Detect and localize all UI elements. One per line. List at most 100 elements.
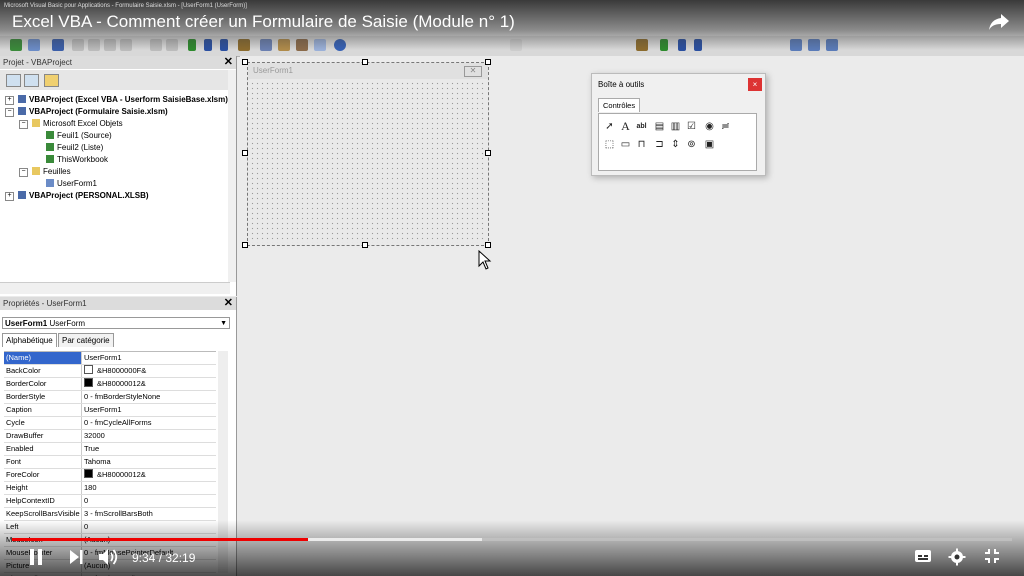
listbox-icon[interactable]: ▥ xyxy=(669,120,682,133)
expand-toggle-icon[interactable]: − xyxy=(19,120,28,129)
chevron-down-icon[interactable]: ▼ xyxy=(220,318,227,330)
resize-handle-right[interactable] xyxy=(485,150,491,156)
property-row[interactable]: Caption UserForm1 xyxy=(4,404,216,417)
resize-handle-top[interactable] xyxy=(362,59,368,65)
player-controls-background xyxy=(0,520,1024,576)
combobox-icon[interactable]: ▤ xyxy=(653,120,666,133)
toggle-button-icon[interactable]: ≓ xyxy=(719,120,732,133)
property-row[interactable]: Height 180 xyxy=(4,482,216,495)
tree-item-icon xyxy=(46,143,54,151)
property-value[interactable]: 32000 xyxy=(84,430,216,442)
property-value[interactable]: 180 xyxy=(84,482,216,494)
property-row[interactable]: Enabled True xyxy=(4,443,216,456)
expand-toggle-icon[interactable]: + xyxy=(5,192,14,201)
property-name: KeepScrollBarsVisible xyxy=(4,508,82,520)
close-icon[interactable]: ✕ xyxy=(224,56,233,69)
resize-handle-left[interactable] xyxy=(242,150,248,156)
multipage-icon[interactable]: ⊐ xyxy=(653,138,666,151)
expand-toggle-icon[interactable]: + xyxy=(5,96,14,105)
property-name: Caption xyxy=(4,404,82,416)
toolbox-window: Boîte à outils × Contrôles ➚ A abl ▤ ▥ ☑… xyxy=(591,73,766,176)
command-button-icon[interactable]: ▭ xyxy=(619,138,632,151)
checkbox-icon[interactable]: ☑ xyxy=(685,120,698,133)
property-row[interactable]: ForeColor &H80000012& xyxy=(4,469,216,482)
resize-handle-bottom-left[interactable] xyxy=(242,242,248,248)
property-name: Cycle xyxy=(4,417,82,429)
progress-bar[interactable] xyxy=(12,538,1012,541)
tree-item[interactable]: Feuilles xyxy=(32,166,71,177)
expand-toggle-icon[interactable]: − xyxy=(19,168,28,177)
property-value[interactable]: &H80000012& xyxy=(84,469,216,481)
resize-handle-top-right[interactable] xyxy=(485,59,491,65)
project-panel-title-text: Projet - VBAProject xyxy=(3,58,72,67)
property-row[interactable]: Cycle 0 - fmCycleAllForms xyxy=(4,417,216,430)
property-name: Height xyxy=(4,482,82,494)
userform-designer[interactable]: UserForm1 ✕ xyxy=(247,62,489,246)
label-icon[interactable]: A xyxy=(619,120,632,133)
resize-handle-top-left[interactable] xyxy=(242,59,248,65)
image-icon[interactable]: ▣ xyxy=(703,138,716,151)
tree-item[interactable]: VBAProject (Excel VBA - Userform SaisieB… xyxy=(18,94,228,105)
tree-item[interactable]: VBAProject (Formulaire Saisie.xlsm) xyxy=(18,106,168,117)
spinbutton-icon[interactable]: ⊚ xyxy=(685,138,698,151)
object-selector-name: UserForm1 xyxy=(5,319,48,328)
tree-item[interactable]: Microsoft Excel Objets xyxy=(32,118,123,129)
select-objects-icon[interactable]: ➚ xyxy=(603,120,616,133)
tab-controles[interactable]: Contrôles xyxy=(598,98,641,112)
exit-fullscreen-icon[interactable] xyxy=(984,548,1000,564)
frame-icon[interactable]: ⬚ xyxy=(603,138,616,151)
toolbox-close-button[interactable]: × xyxy=(748,78,762,91)
property-value[interactable]: True xyxy=(84,443,216,455)
expand-toggle-icon[interactable]: − xyxy=(5,108,14,117)
scrollbar-icon[interactable]: ⇕ xyxy=(669,138,682,151)
resize-handle-bottom-right[interactable] xyxy=(485,242,491,248)
option-button-icon[interactable]: ◉ xyxy=(703,120,716,133)
property-value[interactable]: UserForm1 xyxy=(84,404,216,416)
property-row[interactable]: BorderColor &H80000012& xyxy=(4,378,216,391)
property-row[interactable]: BorderStyle 0 - fmBorderStyleNone xyxy=(4,391,216,404)
tab-par-categorie[interactable]: Par catégorie xyxy=(58,333,114,347)
property-value[interactable]: 3 - fmScrollBarsBoth xyxy=(84,508,216,520)
tree-item[interactable]: Feuil2 (Liste) xyxy=(46,142,103,153)
close-icon[interactable]: ✕ xyxy=(224,297,233,310)
object-selector[interactable]: UserForm1 UserForm ▼ xyxy=(2,317,230,329)
color-swatch xyxy=(84,378,93,387)
userform-grid[interactable] xyxy=(250,81,486,243)
property-value[interactable]: 0 - fmBorderStyleNone xyxy=(84,391,216,403)
property-row[interactable]: BackColor &H8000000F& xyxy=(4,365,216,378)
property-value[interactable]: UserForm1 xyxy=(84,352,216,364)
tree-item[interactable]: ThisWorkbook xyxy=(46,154,108,165)
color-swatch xyxy=(84,469,93,478)
tree-item[interactable]: Feuil1 (Source) xyxy=(46,130,112,141)
property-value[interactable]: Tahoma xyxy=(84,456,216,468)
next-icon[interactable] xyxy=(68,548,84,566)
property-value[interactable]: 0 - fmCycleAllForms xyxy=(84,417,216,429)
tree-item[interactable]: VBAProject (PERSONAL.XLSB) xyxy=(18,190,149,201)
project-vertical-scrollbar[interactable] xyxy=(228,70,236,282)
property-row[interactable]: DrawBuffer 32000 xyxy=(4,430,216,443)
mouse-pointer-icon xyxy=(478,250,492,270)
resize-handle-bottom[interactable] xyxy=(362,242,368,248)
tab-alphabetique[interactable]: Alphabétique xyxy=(2,333,57,347)
property-value[interactable]: 0 xyxy=(84,495,216,507)
view-code-icon[interactable] xyxy=(6,74,21,87)
properties-panel-title-text: Propriétés - UserForm1 xyxy=(3,299,87,308)
property-name: HelpContextID xyxy=(4,495,82,507)
volume-icon[interactable] xyxy=(98,548,120,566)
property-row[interactable]: Font Tahoma xyxy=(4,456,216,469)
project-horizontal-scrollbar[interactable] xyxy=(0,282,230,294)
tree-item[interactable]: UserForm1 xyxy=(46,178,97,189)
video-title[interactable]: Excel VBA - Comment créer un Formulaire … xyxy=(12,12,515,32)
property-value[interactable]: &H80000012& xyxy=(84,378,216,390)
property-row[interactable]: HelpContextID 0 xyxy=(4,495,216,508)
tabstrip-icon[interactable]: ⊓ xyxy=(635,138,648,151)
pause-icon[interactable] xyxy=(28,548,44,566)
property-row[interactable]: (Name) UserForm1 xyxy=(4,352,216,365)
toggle-folders-icon[interactable] xyxy=(44,74,59,87)
subtitles-icon[interactable] xyxy=(914,548,932,564)
share-icon[interactable] xyxy=(988,12,1010,32)
property-value[interactable]: &H8000000F& xyxy=(84,365,216,377)
settings-icon[interactable] xyxy=(948,548,966,566)
textbox-icon[interactable]: abl xyxy=(635,120,648,133)
view-object-icon[interactable] xyxy=(24,74,39,87)
